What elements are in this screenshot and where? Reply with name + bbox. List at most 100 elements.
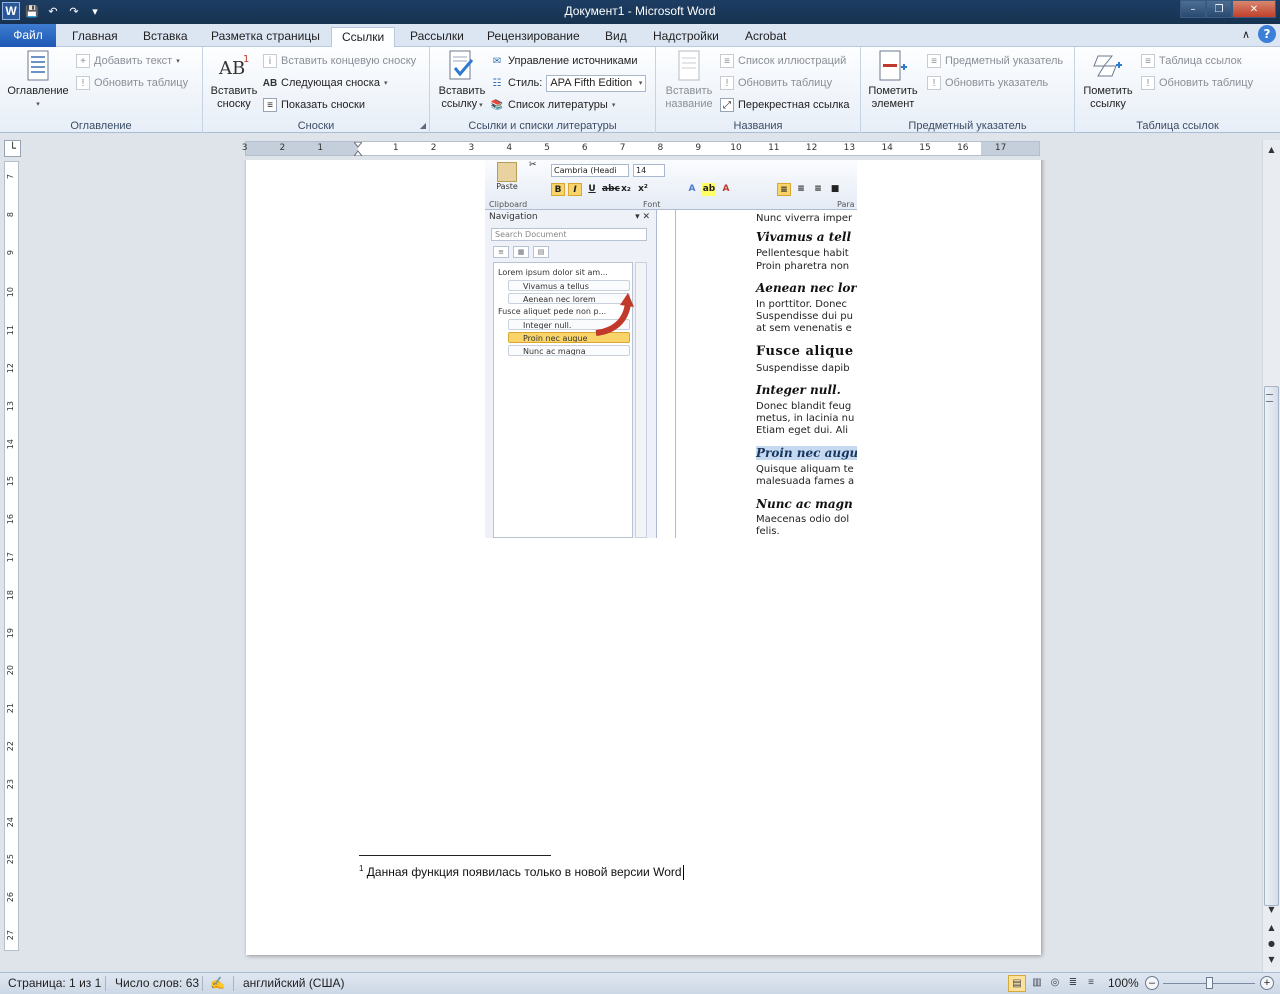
tab-home[interactable]: Главная (62, 27, 128, 47)
tab-insert[interactable]: Вставка (133, 27, 198, 47)
update-captions-table-button[interactable]: ! Обновить таблицу (720, 73, 832, 93)
zoom-out-icon[interactable]: – (1145, 976, 1159, 990)
svg-text:AB: AB (218, 58, 245, 79)
insert-index-button[interactable]: ≡ Предметный указатель (927, 51, 1063, 71)
browse-object-icon[interactable]: ● (1264, 936, 1279, 951)
web-layout-icon[interactable]: ◎ (1046, 975, 1064, 992)
mark-citation-icon (1091, 49, 1125, 83)
ruler-number: 13 (6, 400, 15, 411)
word-count[interactable]: Число слов: 63 (115, 976, 199, 990)
minimize-ribbon-icon[interactable]: ∧ (1242, 28, 1250, 41)
outline-view-icon[interactable]: ≣ (1064, 975, 1082, 992)
language-indicator[interactable]: английский (США) (243, 976, 344, 990)
print-layout-view-icon[interactable]: ▤ (1008, 975, 1026, 992)
draft-view-icon[interactable]: ≡ (1082, 975, 1100, 992)
add-text-icon: + (76, 54, 90, 68)
chevron-down-icon: ▾ (36, 101, 40, 108)
document-page[interactable]: Paste ✂ Cambria (Headi 14 B I Uabc x₂ x² Aab… (246, 160, 1041, 955)
style-dropdown[interactable]: APA Fifth Edition ▾ (546, 74, 647, 92)
cross-reference-button[interactable]: ⤢ Перекрестная ссылка (720, 95, 850, 115)
title-bar: W 💾 ↶ ↷ ▾ Документ1 - Microsoft Word – ❐… (0, 0, 1280, 24)
ruler-number: 9 (6, 249, 15, 255)
chevron-down-icon: ▾ (176, 58, 180, 65)
show-notes-button[interactable]: ≡ Показать сноски (263, 95, 365, 115)
dialog-launcher-icon[interactable]: ◢ (420, 121, 426, 130)
list-illustrations-button[interactable]: ≡ Список иллюстраций (720, 51, 846, 71)
ruler-number: 25 (6, 854, 15, 865)
tab-acrobat[interactable]: Acrobat (735, 27, 796, 47)
insert-caption-button[interactable]: Вставить название (660, 49, 718, 111)
caption-icon (672, 49, 706, 83)
insert-citation-button[interactable]: Вставить ссылку ▾ (434, 49, 490, 112)
previous-page-icon[interactable]: ▲ (1264, 920, 1279, 935)
horizontal-ruler[interactable]: 3 2 1 1 2 3 4 5 6 7 8 9 10 11 12 13 14 15 16 17 (242, 141, 1040, 156)
tab-review[interactable]: Рецензирование (477, 27, 590, 47)
update-toc-button[interactable]: ! Обновить таблицу (76, 73, 188, 93)
style-selector: ☷ Стиль: APA Fifth Edition ▾ (490, 73, 647, 93)
toc-button[interactable]: Оглавление ▾ (4, 49, 72, 111)
update-index-button[interactable]: ! Обновить указатель (927, 73, 1048, 93)
font-name-box: Cambria (Headi (551, 164, 629, 177)
insert-endnote-button[interactable]: i Вставить концевую сноску (263, 51, 416, 71)
add-text-button[interactable]: + Добавить текст ▾ (76, 51, 180, 71)
ruler-number: 10 (730, 143, 742, 153)
tab-mailings[interactable]: Рассылки (400, 27, 474, 47)
tab-file[interactable]: Файл (0, 24, 56, 47)
ruler-number: 1 (392, 143, 399, 153)
nav-headings-list: Lorem ipsum dolor sit am... Vivamus a te… (493, 262, 634, 538)
ruler-number: 12 (805, 143, 818, 153)
close-button[interactable]: ✕ (1232, 0, 1276, 18)
pages-tab-icon: ▦ (513, 246, 529, 258)
index-icon: ≡ (927, 54, 941, 68)
next-page-icon[interactable]: ▼ (1264, 952, 1279, 967)
scroll-up-icon[interactable]: ▲ (1264, 142, 1279, 157)
help-icon[interactable]: ? (1258, 25, 1276, 43)
doc-preview: Nunc viverra imper Vivamus a tell Pellen… (675, 210, 857, 538)
tab-selector[interactable]: └ (4, 140, 21, 157)
insert-table-authorities-button[interactable]: ≡ Таблица ссылок (1141, 51, 1242, 71)
vertical-ruler[interactable]: 7 8 9 10 11 12 13 14 15 16 17 18 19 20 21 22 23 24 25 26 27 (4, 161, 19, 951)
scroll-down-icon[interactable]: ▼ (1264, 902, 1279, 917)
ruler-number: 17 (994, 143, 1007, 153)
full-screen-reading-icon[interactable]: ▥ (1028, 975, 1046, 992)
embedded-screenshot[interactable]: Paste ✂ Cambria (Headi 14 B I Uabc x₂ x² Aab… (485, 160, 857, 538)
proofing-icon[interactable]: ✍ (210, 976, 225, 990)
svg-text:1: 1 (243, 54, 249, 65)
font-size-box: 14 (633, 164, 665, 177)
tab-addins[interactable]: Надстройки (643, 27, 729, 47)
footnote[interactable]: 1 Данная функция появилась только в ново… (359, 864, 684, 881)
zoom-level[interactable]: 100% (1108, 976, 1139, 990)
ribbon-tabs: Файл Главная Вставка Разметка страницы С… (0, 24, 1280, 48)
tab-page-layout[interactable]: Разметка страницы (201, 27, 330, 47)
vertical-scrollbar[interactable]: ▲ ▼ ▲ ● ▼ (1262, 140, 1280, 972)
mark-citation-button[interactable]: Пометить ссылку (1077, 49, 1139, 111)
results-tab-icon: ▤ (533, 246, 549, 258)
next-footnote-button[interactable]: AB Следующая сноска ▾ (263, 73, 388, 93)
ruler-number: 17 (6, 552, 15, 563)
maximize-button[interactable]: ❐ (1206, 0, 1232, 18)
minimize-button[interactable]: – (1180, 0, 1206, 18)
mark-entry-icon (876, 49, 910, 83)
ruler-number: 13 (843, 143, 856, 153)
ruler-number: 11 (768, 143, 780, 153)
tab-references[interactable]: Ссылки (331, 27, 396, 48)
ruler-number: 10 (6, 287, 15, 298)
ruler-number: 7 (619, 143, 626, 153)
ruler-number: 6 (581, 143, 588, 153)
update-table-authorities-button[interactable]: ! Обновить таблицу (1141, 73, 1253, 93)
zoom-slider-thumb[interactable] (1206, 977, 1213, 989)
page-count[interactable]: Страница: 1 из 1 (8, 976, 101, 990)
mark-entry-button[interactable]: Пометить элемент (863, 49, 923, 111)
indent-marker-icon[interactable] (354, 142, 362, 156)
insert-footnote-button[interactable]: AB 1 Вставить сноску (207, 49, 261, 111)
chevron-down-icon: ▾ (611, 102, 616, 109)
zoom-in-icon[interactable]: + (1260, 976, 1274, 990)
group-label-footnotes: Сноски (297, 120, 335, 132)
ruler-number: 22 (6, 741, 15, 752)
refresh-icon: ! (76, 76, 90, 90)
manage-sources-button[interactable]: ✉ Управление источниками (490, 51, 638, 71)
endnote-icon: i (263, 54, 277, 68)
scroll-thumb[interactable] (1264, 386, 1279, 906)
bibliography-button[interactable]: 📚 Список литературы ▾ (490, 95, 616, 115)
tab-view[interactable]: Вид (595, 27, 637, 47)
